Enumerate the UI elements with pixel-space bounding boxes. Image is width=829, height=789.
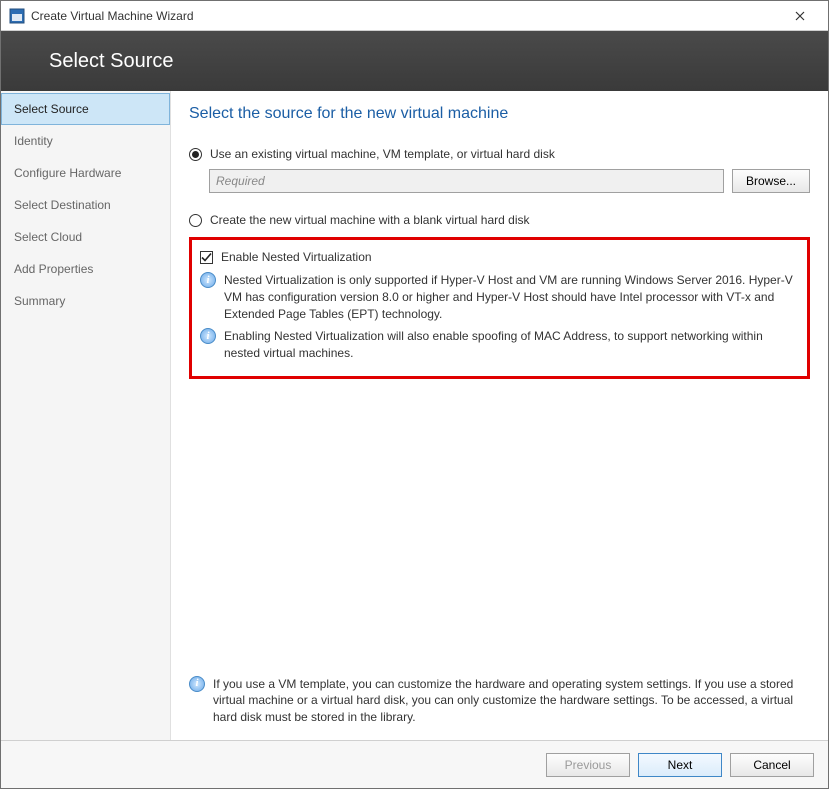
bottom-info-row: i If you use a VM template, you can cust… <box>189 676 810 726</box>
info-row-1: i Nested Virtualization is only supporte… <box>200 272 799 322</box>
info-text-2: Enabling Nested Virtualization will also… <box>224 328 799 362</box>
page-heading: Select the source for the new virtual ma… <box>189 105 810 123</box>
sidebar-step-select-source[interactable]: Select Source <box>1 93 170 125</box>
titlebar: Create Virtual Machine Wizard <box>1 1 828 31</box>
next-button[interactable]: Next <box>638 753 722 777</box>
sidebar-step-select-destination[interactable]: Select Destination <box>1 189 170 221</box>
option-blank-row[interactable]: Create the new virtual machine with a bl… <box>189 213 810 227</box>
radio-blank[interactable] <box>189 214 202 227</box>
info-icon: i <box>189 676 205 692</box>
window-title: Create Virtual Machine Wizard <box>31 9 780 23</box>
sidebar-step-configure-hardware[interactable]: Configure Hardware <box>1 157 170 189</box>
app-icon <box>9 8 25 24</box>
enable-nested-checkbox[interactable] <box>200 251 213 264</box>
option-blank-label: Create the new virtual machine with a bl… <box>210 213 530 227</box>
info-icon: i <box>200 328 216 344</box>
source-path-input[interactable]: Required <box>209 169 724 193</box>
nested-virtualization-highlight: Enable Nested Virtualization i Nested Vi… <box>189 237 810 379</box>
wizard-main: Select the source for the new virtual ma… <box>171 91 828 740</box>
wizard-sidebar: Select Source Identity Configure Hardwar… <box>1 91 171 740</box>
info-icon: i <box>200 272 216 288</box>
sidebar-step-select-cloud[interactable]: Select Cloud <box>1 221 170 253</box>
wizard-footer: Previous Next Cancel <box>1 740 828 788</box>
banner: Select Source <box>1 31 828 91</box>
enable-nested-row[interactable]: Enable Nested Virtualization <box>200 250 799 264</box>
sidebar-step-identity[interactable]: Identity <box>1 125 170 157</box>
wizard-body: Select Source Identity Configure Hardwar… <box>1 91 828 740</box>
info-row-2: i Enabling Nested Virtualization will al… <box>200 328 799 362</box>
sidebar-step-summary[interactable]: Summary <box>1 285 170 317</box>
cancel-button[interactable]: Cancel <box>730 753 814 777</box>
previous-button: Previous <box>546 753 630 777</box>
info-text-1: Nested Virtualization is only supported … <box>224 272 799 322</box>
close-button[interactable] <box>780 1 820 31</box>
browse-button[interactable]: Browse... <box>732 169 810 193</box>
option-existing-label: Use an existing virtual machine, VM temp… <box>210 147 555 161</box>
banner-title: Select Source <box>49 50 174 73</box>
sidebar-step-add-properties[interactable]: Add Properties <box>1 253 170 285</box>
enable-nested-label: Enable Nested Virtualization <box>221 250 372 264</box>
wizard-window: Create Virtual Machine Wizard Select Sou… <box>0 0 829 789</box>
bottom-info-text: If you use a VM template, you can custom… <box>213 676 810 726</box>
radio-existing[interactable] <box>189 148 202 161</box>
option-existing-row[interactable]: Use an existing virtual machine, VM temp… <box>189 147 810 161</box>
path-row: Required Browse... <box>209 169 810 193</box>
